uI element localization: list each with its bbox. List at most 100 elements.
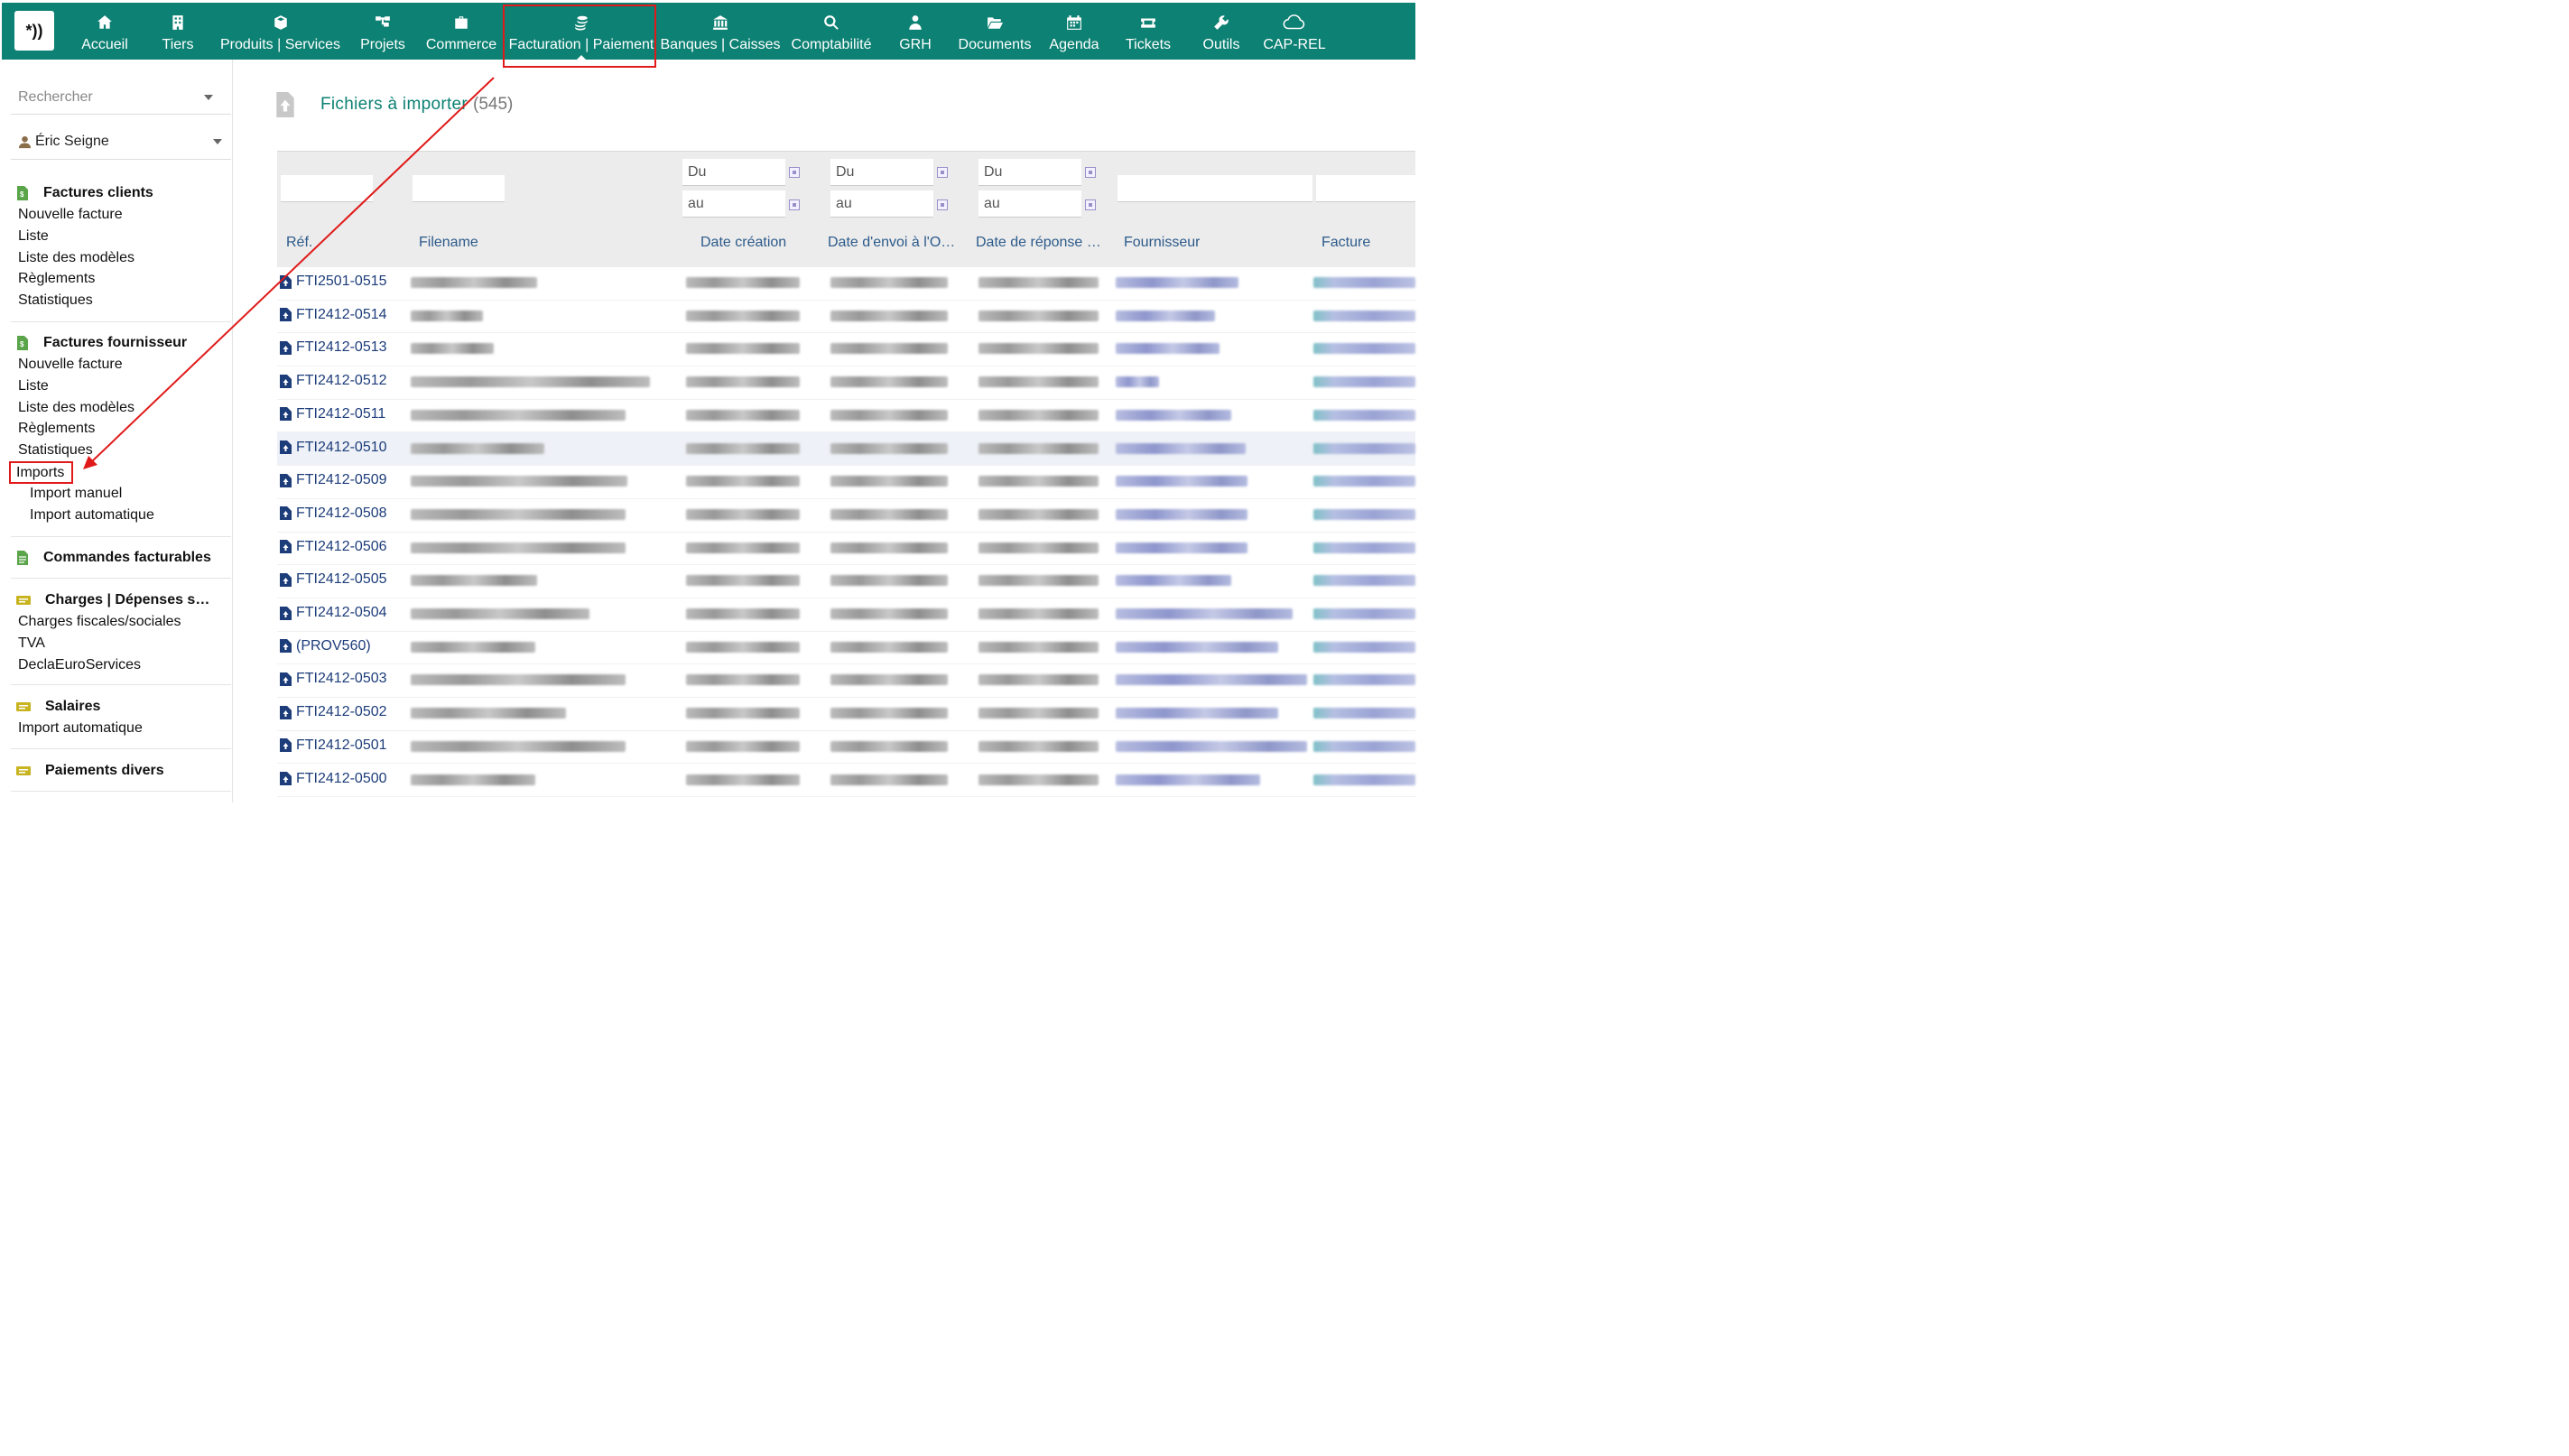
nav-produits-services[interactable]: Produits | Services [215,3,346,60]
table-row[interactable]: FTI2412-0500 [277,764,1415,798]
ref-link[interactable]: FTI2412-0506 [280,539,387,555]
menu-factures-clients: $ Factures clients Nouvelle facture List… [11,182,231,322]
col-facture[interactable]: Facture [1322,235,1370,251]
col-date-reponse[interactable]: Date de réponse … [976,235,1108,251]
ref-link[interactable]: FTI2412-0513 [280,339,387,356]
ref-link[interactable]: FTI2412-0504 [280,605,387,621]
table-row[interactable]: FTI2412-0508 [277,498,1415,533]
ref-link[interactable]: FTI2412-0512 [280,373,387,389]
link-reglements[interactable]: Règlements [11,268,231,290]
table-row[interactable]: FTI2412-0514 [277,300,1415,334]
nav-documents[interactable]: Documents [949,3,1041,60]
user-selector[interactable]: Éric Seigne [11,125,231,160]
link-liste[interactable]: Liste [11,226,231,247]
ref-link[interactable]: FTI2412-0500 [280,771,387,787]
redacted-invoice [1313,575,1415,587]
table-row[interactable]: (PROV560) [277,631,1415,665]
ref-link[interactable]: FTI2412-0511 [280,406,385,422]
table-row[interactable]: FTI2412-0501 [277,730,1415,765]
ref-link[interactable]: FTI2501-0515 [280,274,387,290]
col-fournisseur[interactable]: Fournisseur [1124,235,1200,251]
calendar-icon[interactable] [937,167,948,178]
nav-tiers[interactable]: Tiers [141,3,215,60]
filter-facture-select[interactable] [1316,175,1415,202]
menu-factures-fournisseur: $ Factures fournisseur Nouvelle facture … [9,332,231,537]
col-filename[interactable]: Filename [419,235,478,251]
link-import-manuel[interactable]: Import manuel [11,483,231,505]
nav-tickets[interactable]: Tickets [1108,3,1189,60]
table-row[interactable]: FTI2412-0512 [277,366,1415,400]
filter-date-creation-to[interactable]: au [682,190,785,218]
link-nouvelle-facture[interactable]: Nouvelle facture [11,204,231,226]
section-title[interactable]: Commandes facturables [11,547,231,569]
section-title[interactable]: $ Factures clients [11,182,231,204]
table-row[interactable]: FTI2412-0502 [277,697,1415,731]
link-liste-modeles[interactable]: Liste des modèles [11,247,231,269]
calendar-icon[interactable] [789,167,800,178]
col-date-creation[interactable]: Date création [700,235,786,251]
document-icon [280,772,292,785]
link-tva[interactable]: TVA [11,633,231,654]
link-liste-modeles[interactable]: Liste des modèles [11,397,231,419]
filter-filename-input[interactable] [413,175,505,202]
section-title[interactable]: $ Factures fournisseur [11,332,231,354]
table-row[interactable]: FTI2412-0509 [277,465,1415,499]
ref-link[interactable]: FTI2412-0505 [280,571,387,588]
link-decla-euro-services[interactable]: DeclaEuroServices [11,654,231,676]
link-reglements[interactable]: Règlements [11,418,231,440]
link-statistiques[interactable]: Statistiques [11,440,231,461]
table-row[interactable]: FTI2412-0506 [277,532,1415,566]
ref-link[interactable]: (PROV560) [280,638,371,654]
redacted-date [830,310,948,321]
section-title[interactable]: Charges | Dépenses s… [11,589,231,611]
table-row[interactable]: FTI2412-0510 [277,431,1415,467]
nav-accueil[interactable]: Accueil [69,3,141,60]
table-row[interactable]: FTI2412-0513 [277,332,1415,367]
filter-date-reponse-to[interactable]: au [978,190,1081,218]
link-nouvelle-facture[interactable]: Nouvelle facture [11,354,231,376]
table-row[interactable]: FTI2412-0505 [277,564,1415,598]
nav-grh[interactable]: GRH [882,3,949,60]
ref-link[interactable]: FTI2412-0502 [280,704,387,720]
calendar-icon[interactable] [937,199,948,210]
filter-ref-input[interactable] [281,175,373,202]
nav-commerce[interactable]: Commerce [420,3,503,60]
table-row[interactable]: FTI2412-0504 [277,598,1415,632]
nav-agenda[interactable]: Agenda [1041,3,1108,60]
ref-link[interactable]: FTI2412-0514 [280,307,387,323]
link-statistiques[interactable]: Statistiques [11,290,231,311]
nav-banques-caisses[interactable]: Banques | Caisses [660,3,781,60]
filter-date-envoi-from[interactable]: Du [830,159,933,186]
link-liste[interactable]: Liste [11,376,231,397]
link-import-automatique[interactable]: Import automatique [11,718,231,739]
ref-link[interactable]: FTI2412-0509 [280,472,387,488]
col-date-envoi[interactable]: Date d'envoi à l'O… [828,235,961,251]
nav-cap-rel[interactable]: CAP-REL [1254,3,1335,60]
table-row[interactable]: FTI2501-0515 [277,266,1415,301]
table-row[interactable]: FTI2412-0503 [277,663,1415,699]
filter-date-creation-from[interactable]: Du [682,159,785,186]
filter-date-reponse-from[interactable]: Du [978,159,1081,186]
link-imports[interactable]: Imports [9,460,74,484]
calendar-icon[interactable] [1085,167,1096,178]
section-title[interactable]: Paiements divers [11,760,231,782]
col-ref[interactable]: Réf. [286,235,312,251]
filter-date-envoi-to[interactable]: au [830,190,933,218]
nav-comptabilite[interactable]: Comptabilité [781,3,882,60]
ref-link[interactable]: FTI2412-0503 [280,671,387,687]
calendar-icon[interactable] [1085,199,1096,210]
section-title[interactable]: Salaires [11,696,231,718]
table-row[interactable]: FTI2412-0511 [277,399,1415,433]
calendar-icon[interactable] [789,199,800,210]
link-charges-fiscales[interactable]: Charges fiscales/sociales [11,611,231,633]
redacted-date [830,774,948,785]
ref-link[interactable]: FTI2412-0508 [280,505,387,522]
nav-projets[interactable]: Projets [346,3,420,60]
nav-outils[interactable]: Outils [1189,3,1254,60]
filter-fournisseur-input[interactable] [1118,175,1312,202]
link-import-automatique[interactable]: Import automatique [11,505,231,526]
ref-link[interactable]: FTI2412-0510 [280,440,387,456]
sidebar-search[interactable]: Rechercher [11,81,231,115]
ref-link[interactable]: FTI2412-0501 [280,737,387,754]
app-logo[interactable]: *)) [14,11,54,51]
